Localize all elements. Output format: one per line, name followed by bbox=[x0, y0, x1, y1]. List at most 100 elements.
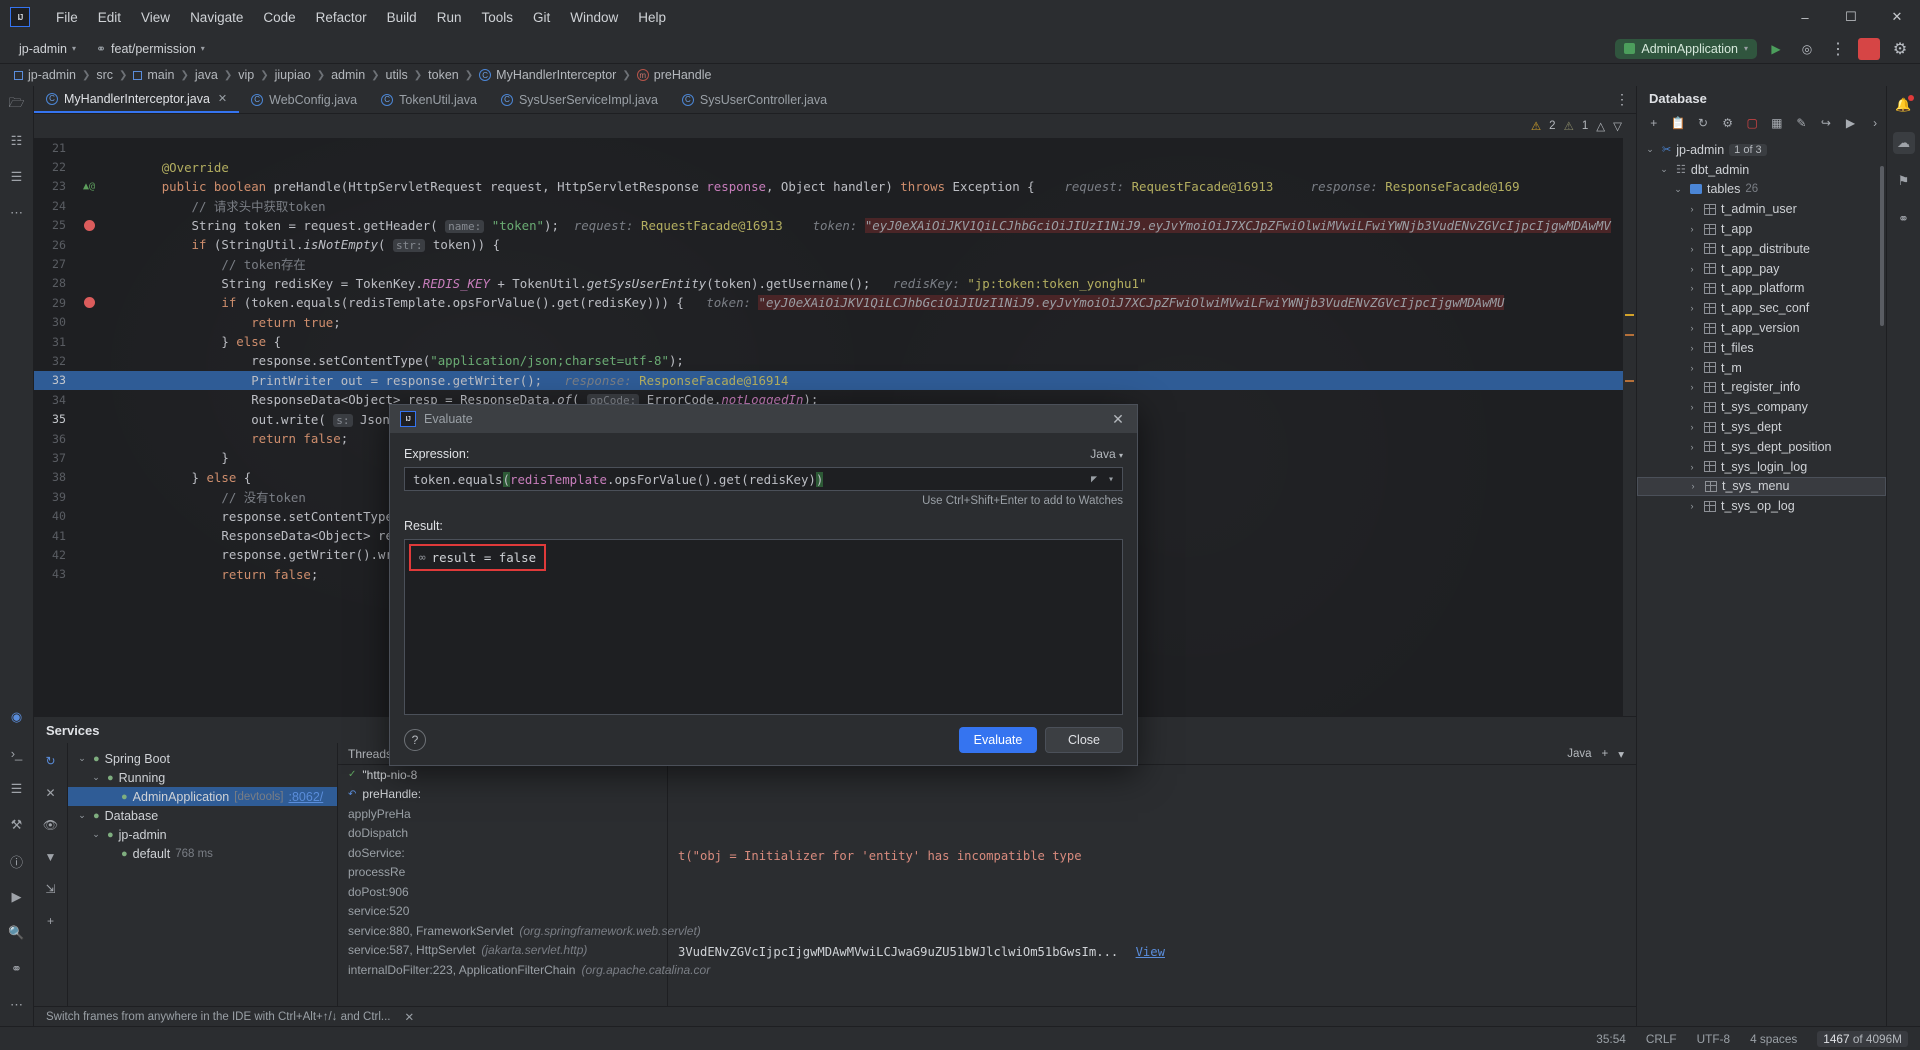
breadcrumb-item-main[interactable]: main bbox=[129, 68, 178, 82]
stop-button[interactable] bbox=[1857, 37, 1881, 60]
db-tree-item-8[interactable]: › t_app_sec_conf bbox=[1637, 298, 1886, 318]
evaluate-button[interactable]: Evaluate bbox=[959, 727, 1037, 753]
close-button[interactable]: Close bbox=[1045, 727, 1123, 753]
frame-item-7[interactable]: service:520 bbox=[338, 902, 667, 922]
commit-tool-icon[interactable]: ☷ bbox=[6, 130, 28, 152]
line-separator[interactable]: CRLF bbox=[1646, 1032, 1677, 1046]
expand-arrow-icon[interactable]: ⌄ bbox=[90, 772, 102, 783]
frame-item-4[interactable]: doService: bbox=[338, 843, 667, 863]
database-scrollbar[interactable] bbox=[1880, 166, 1884, 326]
breadcrumb-item-class[interactable]: C MyHandlerInterceptor bbox=[475, 68, 620, 82]
edit-icon[interactable]: ✎ bbox=[1791, 113, 1813, 133]
result-item[interactable]: ∞ result = false bbox=[408, 544, 547, 571]
services-item-link[interactable]: :8062/ bbox=[288, 790, 323, 804]
add-watch-icon[interactable]: + bbox=[1602, 748, 1609, 760]
project-tool-icon[interactable]: 🗁 bbox=[6, 94, 28, 116]
stop-services-icon[interactable]: ✕ bbox=[41, 783, 61, 803]
expand-arrow-icon[interactable]: › bbox=[1685, 264, 1699, 274]
expand-arrow-icon[interactable]: › bbox=[1685, 422, 1699, 432]
find-tool-icon[interactable]: 🔍 bbox=[6, 922, 28, 944]
db-tree-item-3[interactable]: › t_admin_user bbox=[1637, 199, 1886, 219]
db-tree-item-1[interactable]: ⌄ ☷ dbt_admin bbox=[1637, 160, 1886, 180]
db-tree-item-4[interactable]: › t_app bbox=[1637, 219, 1886, 239]
expand-arrow-icon[interactable]: › bbox=[1685, 204, 1699, 214]
copy-icon[interactable]: 📋 bbox=[1668, 113, 1690, 133]
menu-code[interactable]: Code bbox=[253, 7, 305, 28]
rerun-icon[interactable]: ↻ bbox=[41, 751, 61, 771]
db-tree-item-17[interactable]: › t_sys_menu bbox=[1637, 476, 1886, 497]
notifications-icon[interactable]: 🔔 bbox=[1893, 94, 1915, 116]
database-tree[interactable]: ⌄ ✂ jp-admin 1 of 3 ⌄ ☷ dbt_admin ⌄ tables 26 › t_a… bbox=[1637, 136, 1886, 1026]
git-tool-icon[interactable]: ⚭ bbox=[6, 958, 28, 980]
services-tree-item-3[interactable]: ⌄ ● Database bbox=[68, 806, 337, 825]
breadcrumb-item-java[interactable]: java bbox=[191, 68, 222, 82]
db-tree-item-18[interactable]: › t_sys_op_log bbox=[1637, 496, 1886, 516]
run-query-icon[interactable]: ▶ bbox=[1840, 113, 1862, 133]
help-button[interactable]: ? bbox=[404, 729, 426, 751]
expand-arrow-icon[interactable]: ⌄ bbox=[1643, 144, 1657, 155]
frame-item-2[interactable]: applyPreHa bbox=[338, 804, 667, 824]
more-actions-button[interactable]: ⋮ bbox=[1826, 38, 1850, 60]
caret-position[interactable]: 35:54 bbox=[1596, 1032, 1626, 1046]
editor-tab-4[interactable]: C SysUserController.java bbox=[670, 86, 839, 113]
db-tree-item-7[interactable]: › t_app_platform bbox=[1637, 279, 1886, 299]
hint-close-icon[interactable]: ✕ bbox=[404, 1010, 414, 1024]
build-tool-icon[interactable]: ⚒ bbox=[6, 814, 28, 836]
frame-item-9[interactable]: service:587, HttpServlet (jakarta.servle… bbox=[338, 941, 667, 961]
db-tree-item-2[interactable]: ⌄ tables 26 bbox=[1637, 180, 1886, 200]
expand-arrow-icon[interactable]: › bbox=[1686, 481, 1700, 491]
services-tree-item-2[interactable]: ● AdminApplication [devtools]:8062/ bbox=[68, 787, 337, 806]
breakpoint-icon[interactable] bbox=[83, 219, 95, 231]
breadcrumb-item-jp-admin[interactable]: jp-admin bbox=[10, 68, 80, 82]
expand-editor-icon[interactable]: ◤ bbox=[1087, 474, 1101, 485]
menu-git[interactable]: Git bbox=[523, 7, 560, 28]
menu-run[interactable]: Run bbox=[427, 7, 472, 28]
expand-arrow-icon[interactable]: › bbox=[1685, 343, 1699, 353]
settings-button[interactable]: ⚙ bbox=[1888, 38, 1912, 60]
filter-icon[interactable]: ▼ bbox=[41, 847, 61, 867]
db-tree-item-12[interactable]: › t_register_info bbox=[1637, 378, 1886, 398]
editor-tab-0[interactable]: C MyHandlerInterceptor.java ✕ bbox=[34, 86, 240, 113]
run-button[interactable]: ▶ bbox=[1764, 38, 1788, 60]
run-configuration-selector[interactable]: AdminApplication ▾ bbox=[1615, 38, 1757, 59]
frame-item-5[interactable]: processRe bbox=[338, 863, 667, 883]
more-icon[interactable]: › bbox=[1864, 113, 1886, 133]
expand-arrow-icon[interactable]: ⌄ bbox=[1657, 164, 1671, 175]
frame-item-10[interactable]: internalDoFilter:223, ApplicationFilterC… bbox=[338, 960, 710, 980]
history-dropdown-icon[interactable]: ▾ bbox=[1104, 474, 1118, 485]
expand-arrow-icon[interactable]: › bbox=[1685, 283, 1699, 293]
tab-close-icon[interactable]: ✕ bbox=[218, 92, 227, 105]
filter-icon[interactable]: ▢ bbox=[1741, 113, 1763, 133]
marker-column[interactable] bbox=[1623, 138, 1636, 716]
menu-help[interactable]: Help bbox=[628, 7, 676, 28]
view-link[interactable]: View bbox=[1136, 945, 1165, 959]
menu-build[interactable]: Build bbox=[377, 7, 427, 28]
table-icon[interactable]: ▦ bbox=[1766, 113, 1788, 133]
settings-icon[interactable]: ⚙ bbox=[1717, 113, 1739, 133]
variables-lang[interactable]: Java bbox=[1567, 748, 1591, 760]
dialog-close-icon[interactable]: ✕ bbox=[1107, 408, 1129, 430]
breadcrumb-item-token[interactable]: token bbox=[424, 68, 463, 82]
more-bottom-icon[interactable]: ⋯ bbox=[6, 994, 28, 1016]
branch-selector[interactable]: ⚭ feat/permission ▾ bbox=[89, 40, 212, 58]
file-encoding[interactable]: UTF-8 bbox=[1697, 1032, 1730, 1046]
result-box[interactable]: ∞ result = false bbox=[404, 539, 1123, 715]
expand-icon[interactable]: ⇲ bbox=[41, 879, 61, 899]
expand-arrow-icon[interactable]: › bbox=[1685, 462, 1699, 472]
frame-item-8[interactable]: service:880, FrameworkServlet (org.sprin… bbox=[338, 921, 701, 941]
db-tree-item-5[interactable]: › t_app_distribute bbox=[1637, 239, 1886, 259]
editor-tab-2[interactable]: C TokenUtil.java bbox=[369, 86, 489, 113]
breadcrumb-item-admin[interactable]: admin bbox=[327, 68, 369, 82]
expand-arrow-icon[interactable]: › bbox=[1685, 244, 1699, 254]
frame-item-6[interactable]: doPost:906 bbox=[338, 882, 667, 902]
menu-refactor[interactable]: Refactor bbox=[306, 7, 377, 28]
db-tree-item-15[interactable]: › t_sys_dept_position bbox=[1637, 437, 1886, 457]
frames-list[interactable]: ✓ "http-nio-8 ↶ preHandle: applyPreHa doDispa… bbox=[338, 765, 710, 980]
db-tree-item-11[interactable]: › t_m bbox=[1637, 358, 1886, 378]
services-tree-item-1[interactable]: ⌄ ● Running bbox=[68, 768, 337, 787]
indent-setting[interactable]: 4 spaces bbox=[1750, 1032, 1797, 1046]
services-tree-item-5[interactable]: ● default 768 ms bbox=[68, 844, 337, 863]
show-hidden-icon[interactable]: 👁 bbox=[41, 815, 61, 835]
expand-arrow-icon[interactable]: › bbox=[1685, 363, 1699, 373]
menu-view[interactable]: View bbox=[131, 7, 180, 28]
